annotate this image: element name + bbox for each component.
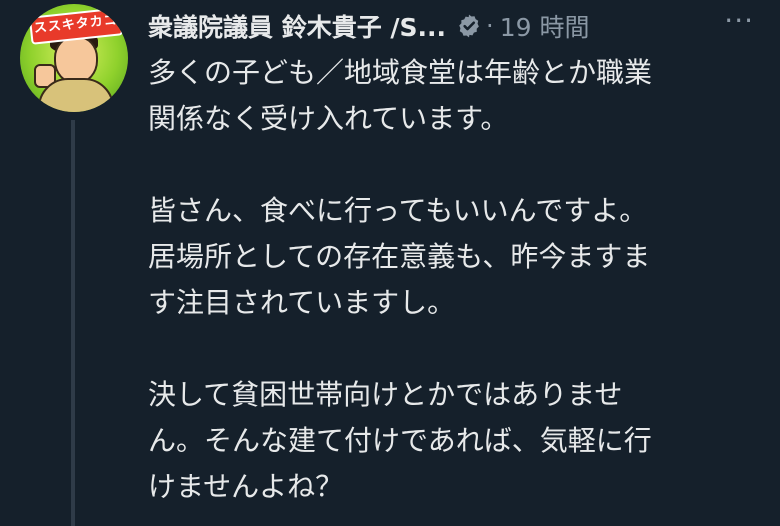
tweet-header: 衆議院議員 鈴木貴子 /S... · 19 時間 [148,6,780,46]
tweet-text-line: ん。そんな建て付けであれば、気軽に行 [148,424,652,457]
tweet-text-line: 多くの子ども／地域食堂は年齢とか職業 [148,56,653,89]
meta-separator: · [486,12,494,40]
verified-badge-icon[interactable] [456,13,482,39]
tweet-text-line: す注目されていますし。 [148,286,456,319]
more-icon[interactable]: ··· [724,4,754,37]
tweet-text-line: けませんよね？ [148,470,344,503]
avatar[interactable]: ススキタカコ [20,4,128,112]
author-name[interactable]: 衆議院議員 鈴木貴子 /S... [148,8,446,44]
tweet-text-line: 居場所としての存在意義も、昨今ますま [148,240,651,273]
avatar-face [54,36,98,84]
tweet-text-line: 関係なく受け入れています。 [148,102,509,135]
avatar-banner-label: ススキタカコ [28,7,124,45]
tweet: ススキタカコ 衆議院議員 鈴木貴子 /S... · 19 時間 ··· 多くの子… [0,0,780,526]
thread-line [71,120,75,526]
tweet-text: 多くの子ども／地域食堂は年齢とか職業 関係なく受け入れています。皆さん、食べに行っ… [148,50,768,510]
tweet-text-line: 皆さん、食べに行ってもいいんですよ。 [148,194,648,227]
timestamp[interactable]: 19 時間 [500,8,590,44]
tweet-text-line: 決して貧困世帯向けとかではありませ [148,378,623,411]
avatar-body [38,78,114,112]
